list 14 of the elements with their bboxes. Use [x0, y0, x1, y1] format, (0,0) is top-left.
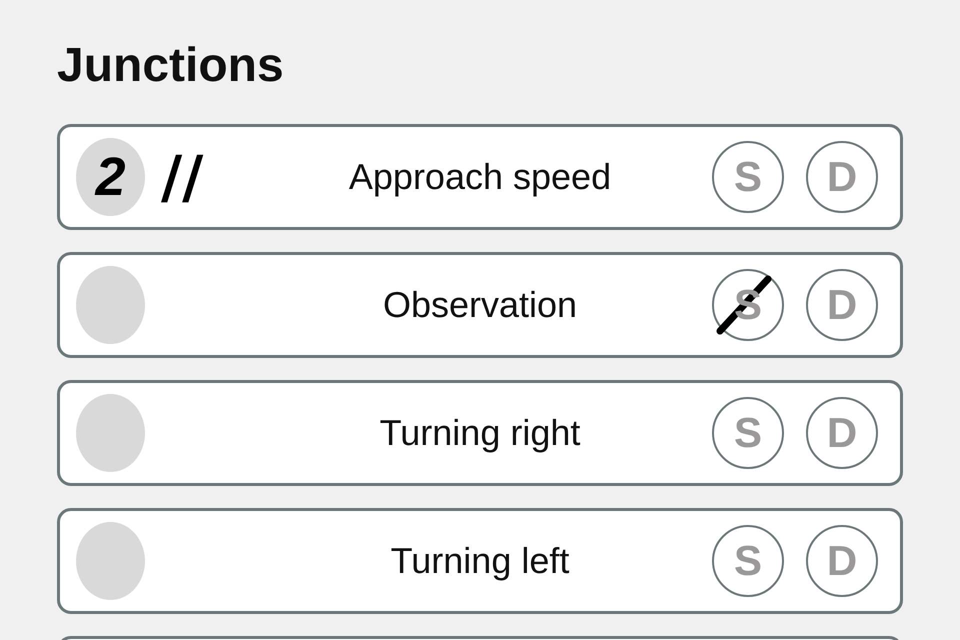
- tally-marks: //: [160, 142, 204, 213]
- option-button[interactable]: D: [806, 141, 878, 213]
- section-title: Junctions: [57, 42, 284, 90]
- option-button[interactable]: S: [712, 141, 784, 213]
- count-badge: 2: [76, 138, 145, 216]
- option-button[interactable]: D: [806, 397, 878, 469]
- option-button[interactable]: S: [712, 397, 784, 469]
- option-button[interactable]: D: [806, 269, 878, 341]
- row-label: Approach speed: [348, 159, 612, 195]
- row-label: Observation: [382, 287, 578, 323]
- row-label: Turning left: [390, 543, 570, 579]
- option-button[interactable]: D: [806, 525, 878, 597]
- option-button[interactable]: S: [712, 525, 784, 597]
- row-label: Turning right: [380, 415, 580, 451]
